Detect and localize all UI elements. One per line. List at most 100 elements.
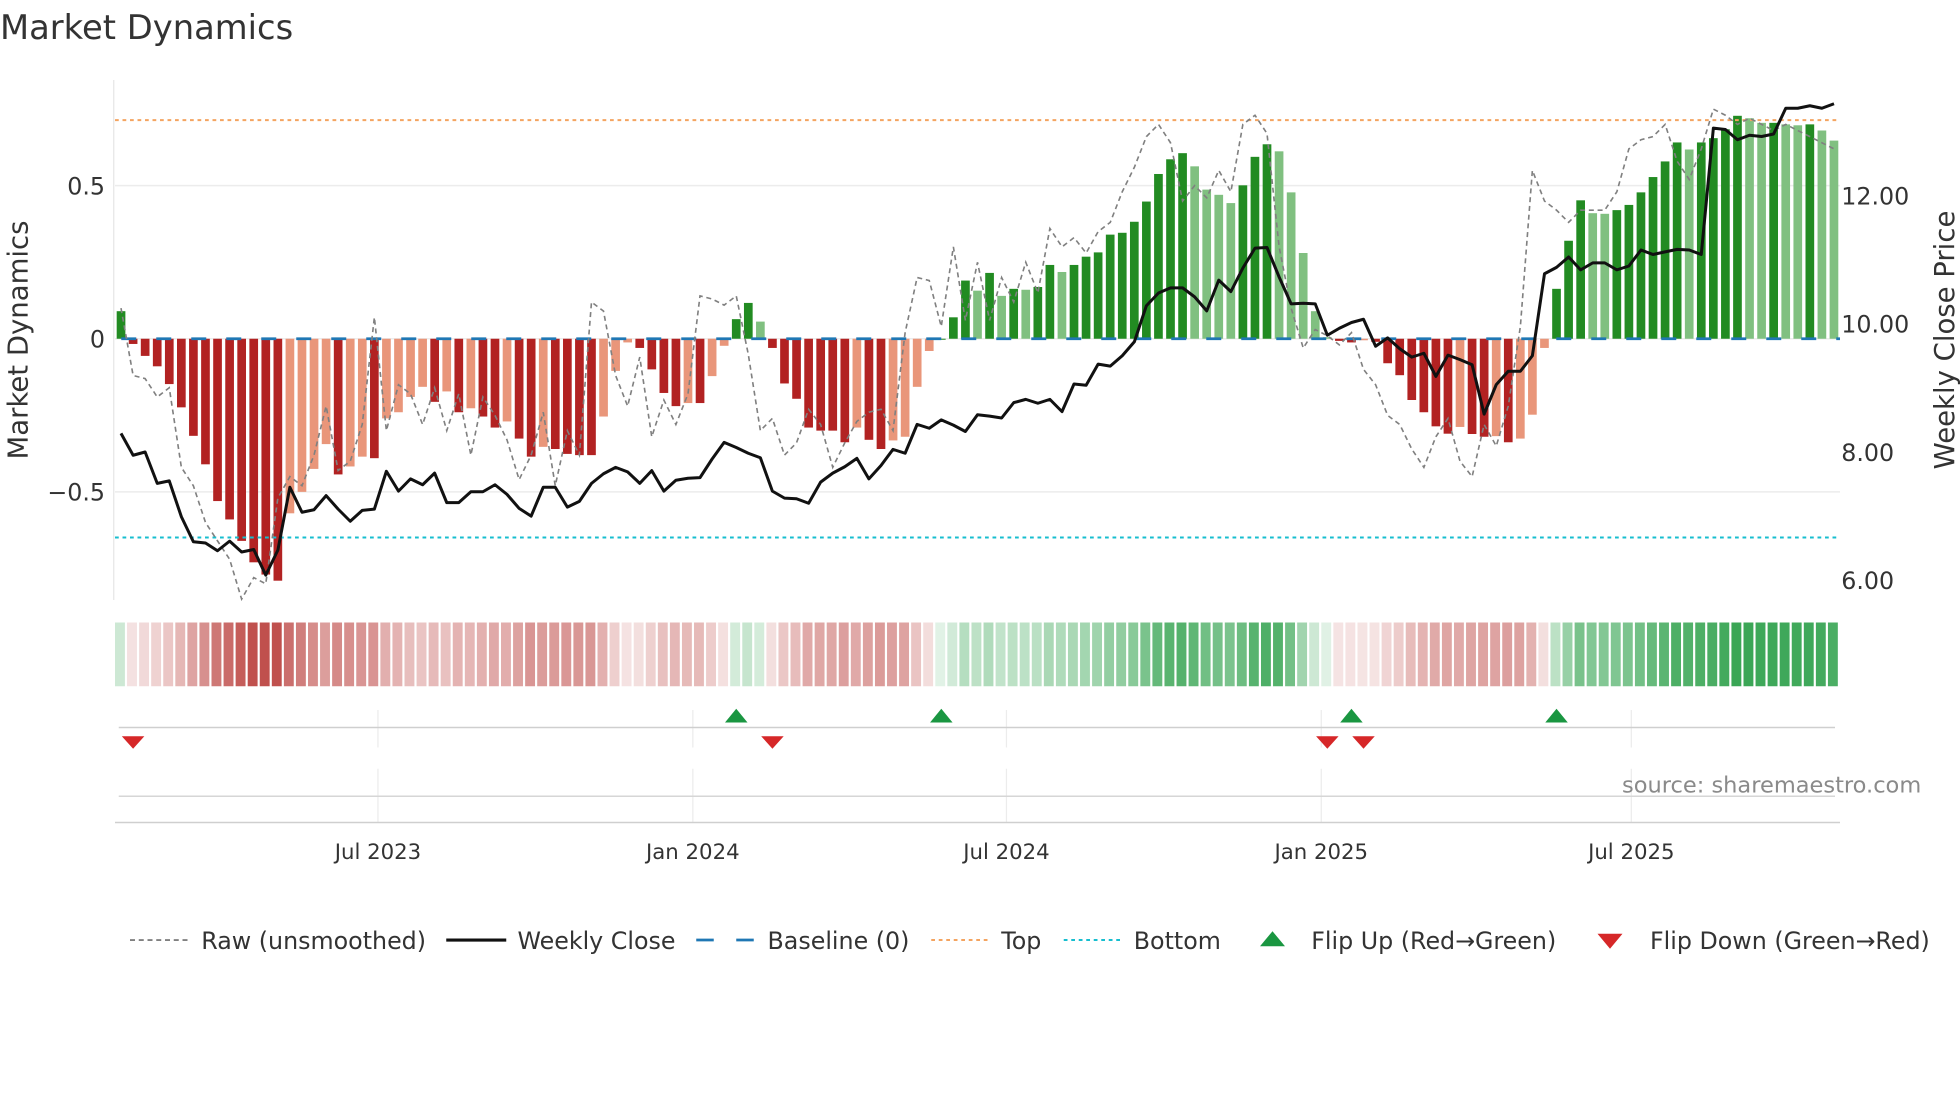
heatmap-cell — [959, 622, 970, 687]
heatmap-cell — [778, 622, 789, 687]
heatmap-cell — [1224, 622, 1235, 687]
dynamics-bar — [816, 338, 826, 431]
dynamics-bar — [1045, 264, 1055, 339]
dynamics-bar — [912, 338, 922, 387]
heatmap-cell — [151, 622, 162, 687]
heatmap-cell — [1200, 622, 1211, 687]
dynamics-bar — [864, 338, 874, 440]
dynamics-bar — [1636, 192, 1646, 339]
heatmap-cell — [1538, 622, 1549, 687]
heatmap-cell — [1526, 622, 1537, 687]
heatmap-cell — [283, 622, 294, 687]
heatmap-cell — [1441, 622, 1452, 687]
heatmap-cell — [1478, 622, 1489, 687]
heatmap-cell — [1260, 622, 1271, 687]
heatmap-cell — [1707, 622, 1718, 687]
heatmap-cell — [1128, 622, 1139, 687]
heatmap-cell — [1248, 622, 1259, 687]
dynamics-bar — [466, 338, 476, 409]
heatmap-cell — [211, 622, 222, 687]
dynamics-bar — [1419, 338, 1429, 413]
dynamics-bar — [1757, 122, 1766, 339]
heatmap-cell — [766, 622, 777, 687]
dynamics-bar — [924, 338, 934, 351]
heatmap-cell — [1019, 622, 1030, 687]
heatmap-cell — [814, 622, 825, 687]
heatmap-cell — [947, 622, 958, 687]
dynamics-bar — [587, 338, 596, 456]
heatmap-cell — [1381, 622, 1392, 687]
heatmap-cell — [1429, 622, 1440, 687]
dynamics-bar — [526, 338, 536, 457]
heatmap-cell — [681, 622, 692, 687]
dynamics-bar — [1455, 338, 1465, 427]
dynamics-bar — [671, 338, 681, 407]
heatmap-cell — [585, 622, 596, 687]
dynamics-bar — [780, 338, 789, 384]
dynamics-bar — [611, 338, 620, 371]
dynamics-bar — [1190, 166, 1199, 339]
heatmap-cell — [1164, 622, 1175, 687]
dynamics-bar — [1648, 177, 1658, 339]
dynamics-bar — [1286, 192, 1296, 339]
legend-label-bottom: Bottom — [1134, 927, 1221, 955]
heatmap-cell — [1586, 622, 1597, 687]
dynamics-bar — [261, 338, 271, 575]
legend-label-close: Weekly Close — [518, 927, 676, 955]
flip-markers — [121, 708, 1568, 749]
heatmap-cell — [1321, 622, 1332, 687]
heatmap-cell — [1634, 622, 1645, 687]
heatmap-cell — [609, 622, 620, 687]
dynamics-bar — [297, 338, 307, 492]
heatmap-cell — [464, 622, 475, 687]
dynamics-bar — [1009, 288, 1019, 339]
heatmap-cell — [271, 622, 282, 687]
flip-up-marker — [1545, 708, 1568, 723]
legend-label-raw: Raw (unsmoothed) — [201, 927, 426, 955]
dynamics-bar — [828, 338, 838, 431]
heatmap-cell — [742, 622, 753, 687]
heatmap-cell — [1405, 622, 1416, 687]
heatmap-cell — [344, 622, 355, 687]
heatmap-cell — [911, 622, 922, 687]
heatmap-cell — [488, 622, 499, 687]
x-tick-label: Jul 2023 — [333, 840, 421, 865]
heatmap-cell — [259, 622, 270, 687]
heatmap-strip — [115, 622, 1838, 687]
dynamics-bar — [1202, 189, 1212, 339]
heatmap-cell — [669, 622, 680, 687]
dynamics-bar — [1829, 140, 1839, 339]
dynamics-bar — [1178, 153, 1187, 339]
dynamics-bar — [949, 317, 958, 339]
dynamics-bar — [430, 338, 440, 402]
heatmap-cell — [1767, 622, 1778, 687]
heatmap-cell — [826, 622, 837, 687]
dynamics-bar — [418, 338, 427, 387]
dynamics-bar — [1600, 213, 1610, 339]
heatmap-cell — [706, 622, 716, 687]
heatmap-cell — [1598, 622, 1609, 687]
dynamics-bar — [478, 338, 488, 417]
heatmap-cell — [983, 622, 994, 687]
dynamics-bar — [599, 338, 608, 417]
dynamics-bar — [1540, 338, 1549, 348]
heatmap-cell — [416, 622, 427, 687]
heatmap-cell — [1683, 622, 1694, 687]
dynamics-bar — [563, 338, 572, 454]
heatmap-cell — [163, 622, 174, 687]
flip-down-marker — [1316, 736, 1339, 749]
heatmap-cell — [440, 622, 451, 687]
flip-up-marker — [1340, 708, 1363, 723]
heatmap-cell — [561, 622, 572, 687]
heatmap-cell — [1092, 622, 1102, 687]
dynamics-bar — [756, 321, 765, 339]
dynamics-bar — [792, 338, 801, 399]
dynamics-bar — [731, 319, 741, 339]
heatmap-cell — [223, 622, 234, 687]
flip-up-marker — [930, 708, 953, 723]
heatmap-cell — [971, 622, 982, 687]
heatmap-cell — [1236, 622, 1247, 687]
heatmap-cell — [1043, 622, 1054, 687]
heatmap-cell — [645, 622, 656, 687]
heatmap-cell — [392, 622, 403, 687]
